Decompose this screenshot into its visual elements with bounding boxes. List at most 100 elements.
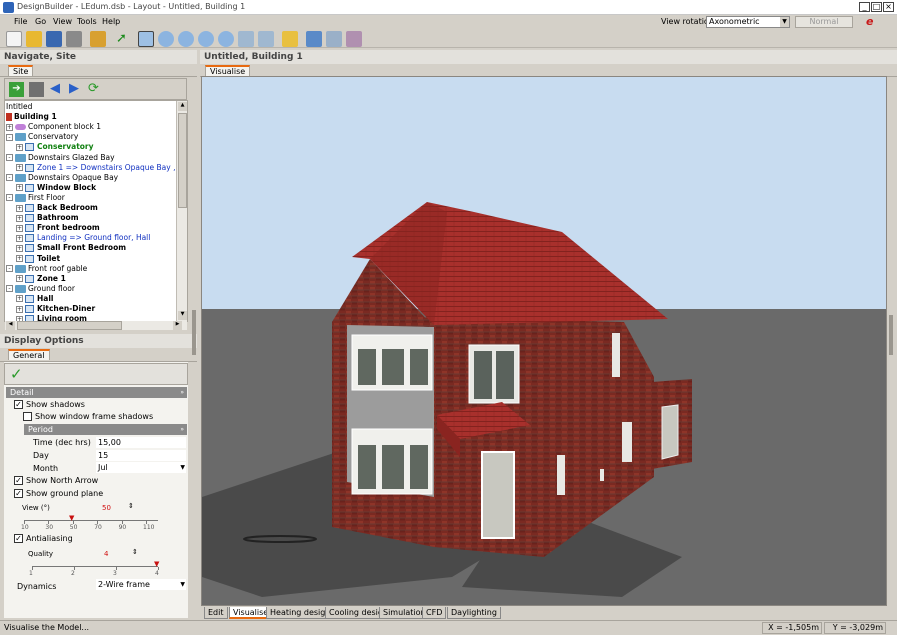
show-ground-plane-checkbox[interactable]: ✓ bbox=[14, 489, 23, 498]
collapse-icon[interactable]: - bbox=[6, 133, 13, 141]
hscroll-thumb[interactable] bbox=[17, 321, 122, 330]
view-spinner-icon[interactable]: ⇕ bbox=[128, 502, 134, 510]
day-input[interactable]: 15 bbox=[96, 450, 186, 461]
collapse-icon[interactable]: - bbox=[6, 174, 13, 182]
show-window-frame-shadows-row[interactable]: Show window frame shadows bbox=[23, 412, 153, 421]
time-input[interactable]: 15,00 bbox=[96, 437, 186, 448]
show-shadows-row[interactable]: ✓ Show shadows bbox=[14, 400, 85, 409]
close-button[interactable]: × bbox=[883, 2, 894, 12]
show-ground-plane-row[interactable]: ✓ Show ground plane bbox=[14, 489, 103, 498]
scroll-left-icon[interactable]: ◀ bbox=[6, 321, 15, 330]
grid-icon[interactable] bbox=[346, 31, 362, 47]
up-level-icon[interactable] bbox=[29, 82, 44, 97]
zoom-in-icon[interactable] bbox=[158, 31, 174, 47]
tab-visualise[interactable]: Visualise bbox=[205, 65, 251, 76]
view-rotation-select[interactable]: Axonometric ▼ bbox=[706, 16, 790, 28]
wrench-icon[interactable] bbox=[90, 31, 106, 47]
group-period[interactable]: Period » bbox=[24, 424, 187, 435]
open-folder-icon[interactable] bbox=[26, 31, 42, 47]
tree-item[interactable]: + Window Block bbox=[16, 183, 96, 193]
scroll-down-icon[interactable]: ▼ bbox=[178, 311, 187, 320]
menu-tools[interactable]: Tools bbox=[77, 17, 97, 26]
tree-item[interactable]: Intitled bbox=[6, 102, 32, 112]
antialiasing-checkbox[interactable]: ✓ bbox=[14, 534, 23, 543]
show-shadows-checkbox[interactable]: ✓ bbox=[14, 400, 23, 409]
view-slider-track[interactable] bbox=[24, 520, 158, 521]
expand-icon[interactable]: + bbox=[16, 164, 23, 172]
expand-icon[interactable]: + bbox=[6, 123, 13, 131]
quality-spinner-icon[interactable]: ⇕ bbox=[132, 548, 138, 556]
tab-site[interactable]: Site bbox=[8, 65, 34, 76]
tab-daylighting[interactable]: Daylighting bbox=[447, 607, 501, 619]
antialiasing-row[interactable]: ✓ Antialiasing bbox=[14, 534, 73, 543]
show-north-arrow-row[interactable]: ✓ Show North Arrow bbox=[14, 476, 98, 485]
collapse-icon[interactable]: - bbox=[6, 154, 13, 161]
back-arrow-icon[interactable]: ◀ bbox=[50, 81, 60, 96]
tree-item[interactable]: + Zone 1 => Downstairs Opaque Bay , Windo… bbox=[16, 163, 187, 173]
tab-general[interactable]: General bbox=[8, 349, 50, 360]
pointer-icon[interactable]: ➚ bbox=[116, 31, 132, 47]
tree-item[interactable]: + Conservatory bbox=[16, 142, 94, 152]
tree-item[interactable]: - Downstairs Glazed Bay bbox=[6, 153, 115, 163]
tree-item[interactable]: + Zone 1 bbox=[16, 274, 66, 284]
tree-item[interactable]: + Bathroom bbox=[16, 213, 79, 223]
refresh-icon[interactable]: ⟳ bbox=[88, 81, 99, 96]
tree-item[interactable]: - Ground floor bbox=[6, 284, 75, 294]
forward-arrow-icon[interactable]: ▶ bbox=[69, 81, 79, 96]
menu-view[interactable]: View bbox=[53, 17, 72, 26]
tree-item[interactable]: + Hall bbox=[16, 294, 53, 304]
tree-item[interactable]: + Kitchen-Diner bbox=[16, 304, 95, 314]
month-select[interactable]: Jul ▼ bbox=[96, 462, 186, 473]
expand-icon[interactable]: + bbox=[16, 143, 23, 151]
expand-icon[interactable]: + bbox=[16, 305, 23, 313]
expand-icon[interactable]: + bbox=[16, 275, 23, 283]
tree-item[interactable]: - Front roof gable bbox=[6, 264, 87, 274]
expand-icon[interactable]: + bbox=[16, 224, 23, 232]
new-file-icon[interactable] bbox=[6, 31, 22, 47]
tree-item[interactable]: + Back Bedroom bbox=[16, 203, 98, 213]
check-apply-icon[interactable]: ✓ bbox=[10, 365, 23, 383]
right-splitter[interactable] bbox=[889, 315, 893, 355]
tree-vertical-scrollbar[interactable]: ▲ ▼ bbox=[176, 101, 187, 321]
tree-item[interactable]: Building 1 bbox=[6, 112, 57, 122]
zoom-fit-icon[interactable] bbox=[198, 31, 214, 47]
tree-horizontal-scrollbar[interactable]: ◀ ▶ bbox=[5, 321, 187, 330]
expand-icon[interactable]: + bbox=[16, 184, 23, 192]
save-icon[interactable] bbox=[46, 31, 62, 47]
object-icon[interactable] bbox=[326, 31, 342, 47]
tree-item[interactable]: + Component block 1 bbox=[6, 122, 101, 132]
tree-item[interactable]: + Small Front Bedroom bbox=[16, 243, 126, 253]
tree-item[interactable]: - Downstairs Opaque Bay bbox=[6, 173, 118, 183]
tab-edit[interactable]: Edit bbox=[204, 607, 228, 619]
scroll-up-icon[interactable]: ▲ bbox=[178, 102, 187, 111]
settings-icon[interactable] bbox=[282, 31, 298, 47]
pan-icon[interactable] bbox=[218, 31, 234, 47]
go-arrow-icon[interactable]: ➔ bbox=[9, 82, 24, 97]
print-icon[interactable] bbox=[66, 31, 82, 47]
minimize-button[interactable]: _ bbox=[859, 2, 870, 12]
collapse-icon[interactable]: - bbox=[6, 194, 13, 202]
group-detail[interactable]: Detail » bbox=[6, 387, 187, 398]
tree-item[interactable]: - Conservatory bbox=[6, 132, 78, 142]
normal-mode-button[interactable]: Normal bbox=[795, 16, 853, 28]
show-window-frame-shadows-checkbox[interactable] bbox=[23, 412, 32, 421]
expand-icon[interactable]: + bbox=[16, 204, 23, 212]
maximize-button[interactable]: □ bbox=[871, 2, 882, 12]
zoom-out-icon[interactable] bbox=[178, 31, 194, 47]
expand-icon[interactable]: + bbox=[16, 295, 23, 303]
layers-icon[interactable] bbox=[306, 31, 322, 47]
tree-item[interactable]: - First Floor bbox=[6, 193, 65, 203]
panel-splitter[interactable] bbox=[192, 310, 196, 355]
tree-item[interactable]: + Front bedroom bbox=[16, 223, 100, 233]
camera-icon[interactable] bbox=[258, 31, 274, 47]
expand-icon[interactable]: + bbox=[16, 255, 23, 262]
3d-viewport[interactable] bbox=[201, 76, 887, 606]
orbit-icon[interactable] bbox=[138, 31, 154, 47]
measure-icon[interactable] bbox=[238, 31, 254, 47]
expand-icon[interactable]: + bbox=[16, 244, 23, 252]
tree-item[interactable]: + Landing => Ground floor, Hall bbox=[16, 233, 150, 243]
expand-icon[interactable]: + bbox=[16, 214, 23, 222]
expand-icon[interactable]: + bbox=[16, 234, 23, 242]
scroll-right-icon[interactable]: ▶ bbox=[173, 321, 182, 330]
show-north-arrow-checkbox[interactable]: ✓ bbox=[14, 476, 23, 485]
